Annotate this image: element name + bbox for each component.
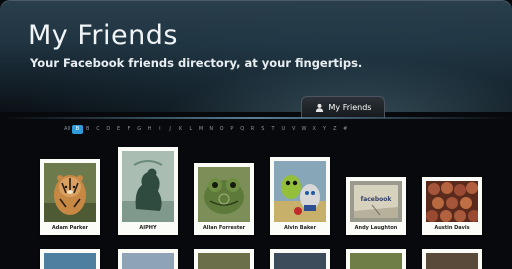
friend-card[interactable]: Adam Parker <box>40 159 100 235</box>
alpha-letter[interactable]: S <box>258 125 268 134</box>
tab-divider <box>0 117 512 119</box>
friend-card-partial[interactable] <box>270 249 330 269</box>
alpha-letter[interactable]: B <box>83 125 93 134</box>
friend-card[interactable]: Alvin Baker <box>270 157 330 235</box>
person-icon <box>315 103 323 112</box>
friend-name: Andy Laughton <box>354 225 398 231</box>
alpha-letter[interactable]: L <box>186 125 196 134</box>
alpha-letter[interactable]: # <box>340 125 350 134</box>
friend-card-partial[interactable] <box>118 249 178 269</box>
alpha-letter[interactable]: X <box>309 125 319 134</box>
alpha-letter[interactable]: I <box>155 125 165 134</box>
friend-photo <box>44 253 96 269</box>
alphabet-filter: All B B C D E F G H I J K L M N O P Q R … <box>62 122 462 136</box>
facebook-sign-text: facebook <box>361 196 393 203</box>
tab-label: My Friends <box>328 103 372 112</box>
friend-name: AIPHY <box>139 225 157 231</box>
tab-my-friends[interactable]: My Friends <box>301 96 385 118</box>
alpha-all[interactable]: All <box>62 125 72 134</box>
friend-card[interactable]: AIPHY <box>118 147 178 235</box>
alpha-letter[interactable]: H <box>144 125 154 134</box>
friend-photo: facebook <box>350 181 402 222</box>
friends-grid: Adam Parker AIPHY Allan Forrester Alvin … <box>36 146 496 269</box>
alpha-letter[interactable]: P <box>227 125 237 134</box>
page-title: My Friends <box>28 20 178 51</box>
friend-name: Austin Davis <box>434 225 470 231</box>
alpha-letter[interactable]: R <box>247 125 257 134</box>
friend-photo <box>274 253 326 269</box>
alpha-letter[interactable]: T <box>268 125 278 134</box>
friend-photo <box>122 151 174 222</box>
friend-card[interactable]: Austin Davis <box>422 177 482 235</box>
alpha-letter[interactable]: W <box>299 125 309 134</box>
friend-card-partial[interactable] <box>346 249 406 269</box>
alpha-letter[interactable]: Y <box>319 125 329 134</box>
alpha-letter[interactable]: J <box>165 125 175 134</box>
alpha-letter[interactable]: O <box>216 125 226 134</box>
page-subtitle: Your Facebook friends directory, at your… <box>30 56 363 70</box>
friend-photo <box>198 167 250 222</box>
friend-name: Adam Parker <box>51 225 89 231</box>
friend-card-partial[interactable] <box>422 249 482 269</box>
friend-card-partial[interactable] <box>40 249 100 269</box>
alpha-letter[interactable]: E <box>113 125 123 134</box>
friend-name: Allan Forrester <box>202 225 246 231</box>
alpha-letter[interactable]: K <box>175 125 185 134</box>
friend-card[interactable]: facebook Andy Laughton <box>346 177 406 235</box>
friend-photo <box>44 163 96 222</box>
friend-photo <box>198 253 250 269</box>
alpha-selected[interactable]: B <box>72 124 83 134</box>
alpha-letter[interactable]: F <box>124 125 134 134</box>
friend-name: Alvin Baker <box>283 225 317 231</box>
friend-photo <box>426 253 478 269</box>
friend-photo <box>274 161 326 222</box>
alpha-letter[interactable]: M <box>196 125 206 134</box>
friend-photo <box>426 181 478 222</box>
alpha-letter[interactable]: G <box>134 125 144 134</box>
friend-card[interactable]: Allan Forrester <box>194 163 254 235</box>
alpha-letter[interactable]: C <box>93 125 103 134</box>
alpha-letter[interactable]: U <box>278 125 288 134</box>
alpha-letter[interactable]: V <box>289 125 299 134</box>
friend-card-partial[interactable] <box>194 249 254 269</box>
friend-photo <box>350 253 402 269</box>
alpha-letter[interactable]: N <box>206 125 216 134</box>
alpha-letter[interactable]: D <box>103 125 113 134</box>
alpha-letter[interactable]: Q <box>237 125 247 134</box>
friend-photo <box>122 253 174 269</box>
alpha-letter[interactable]: Z <box>330 125 340 134</box>
